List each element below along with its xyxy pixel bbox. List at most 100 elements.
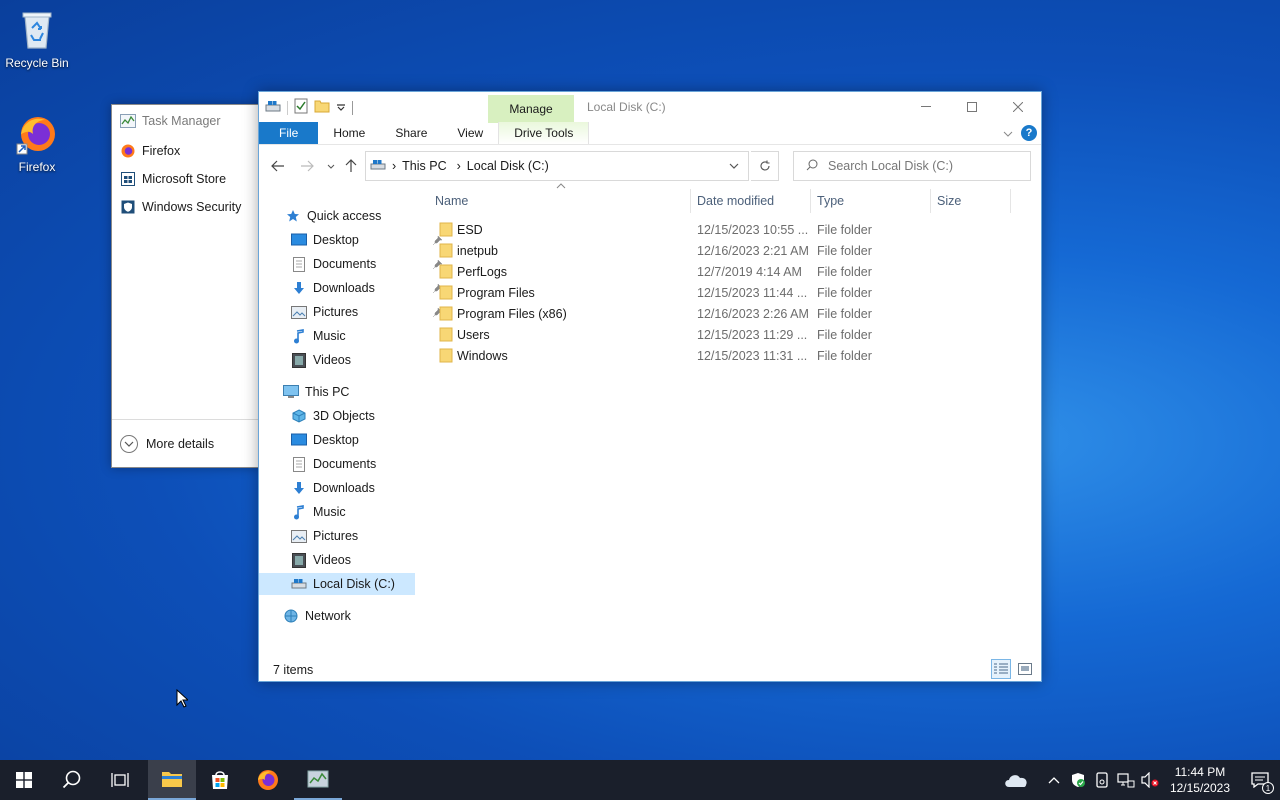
task-manager-app-windows-security[interactable]: Windows Security xyxy=(112,193,260,221)
close-button[interactable] xyxy=(995,92,1041,122)
column-header-size[interactable]: Size xyxy=(937,187,997,215)
column-divider[interactable] xyxy=(810,189,811,213)
forward-button[interactable] xyxy=(297,156,317,176)
desktop-icon xyxy=(291,232,307,248)
file-name: Program Files (x86) xyxy=(457,306,567,321)
nav-pc-local-disk[interactable]: Local Disk (C:) xyxy=(291,573,395,595)
search-button[interactable] xyxy=(48,760,96,800)
task-manager-app-firefox[interactable]: Firefox xyxy=(112,137,260,165)
recent-locations-button[interactable] xyxy=(321,156,341,176)
desktop-icon-label: Recycle Bin xyxy=(5,56,69,70)
address-row: › This PC › Local Disk (C:) xyxy=(259,150,1041,182)
column-header-name[interactable]: Name xyxy=(435,187,685,215)
address-bar[interactable]: › This PC › Local Disk (C:) xyxy=(365,151,749,181)
nav-this-pc[interactable]: This PC xyxy=(283,381,349,403)
device-icon[interactable] xyxy=(1090,760,1114,800)
address-dropdown-icon[interactable] xyxy=(720,152,748,180)
security-shield-icon[interactable] xyxy=(1066,760,1090,800)
onedrive-icon[interactable] xyxy=(996,760,1036,800)
more-details-button[interactable]: More details xyxy=(112,419,260,467)
nav-pc-music[interactable]: Music xyxy=(291,501,346,523)
explorer-title-bar[interactable]: Manage Local Disk (C:) xyxy=(259,92,1041,123)
properties-icon[interactable] xyxy=(294,98,308,117)
refresh-button[interactable] xyxy=(751,151,779,181)
task-view-button[interactable] xyxy=(96,760,144,800)
file-row[interactable]: Users 12/15/2023 11:29 ... File folder xyxy=(425,324,1025,345)
search-box[interactable] xyxy=(793,151,1031,181)
nav-quick-pictures[interactable]: Pictures xyxy=(291,301,443,323)
nav-quick-access[interactable]: Quick access xyxy=(285,205,381,227)
folder-icon xyxy=(439,222,453,240)
file-row[interactable]: inetpub 12/16/2023 2:21 AM File folder xyxy=(425,240,1025,261)
maximize-button[interactable] xyxy=(949,92,995,122)
ribbon-tabs: File Home Share View Drive Tools ? xyxy=(259,122,1041,145)
tab-home[interactable]: Home xyxy=(318,122,380,144)
tab-manage[interactable]: Manage xyxy=(488,95,574,123)
minimize-button[interactable] xyxy=(903,92,949,122)
notification-center-button[interactable]: 1 xyxy=(1240,760,1280,800)
tab-drive-tools[interactable]: Drive Tools xyxy=(498,122,590,144)
nav-pc-videos[interactable]: Videos xyxy=(291,549,351,571)
details-view-icon[interactable] xyxy=(991,659,1011,679)
file-name: PerfLogs xyxy=(457,264,508,279)
drive-icon[interactable] xyxy=(265,99,281,116)
volume-muted-icon[interactable] xyxy=(1138,760,1162,800)
toolbar-divider xyxy=(287,100,288,115)
large-icons-view-icon[interactable] xyxy=(1015,659,1035,679)
star-icon xyxy=(285,208,301,224)
nav-pc-downloads[interactable]: Downloads xyxy=(291,477,375,499)
title-divider xyxy=(352,100,353,115)
column-header-type[interactable]: Type xyxy=(817,187,917,215)
breadcrumb-local-disk[interactable]: Local Disk (C:) xyxy=(467,159,549,173)
desktop-icon-firefox[interactable]: Firefox xyxy=(0,112,74,174)
taskbar-firefox[interactable] xyxy=(244,760,292,800)
file-row[interactable]: ESD 12/15/2023 10:55 ... File folder xyxy=(425,219,1025,240)
tab-view[interactable]: View xyxy=(442,122,498,144)
recycle-bin-icon xyxy=(15,8,59,52)
taskbar-file-explorer[interactable] xyxy=(148,760,196,800)
expand-ribbon-icon[interactable] xyxy=(1003,126,1013,140)
up-button[interactable] xyxy=(341,156,361,176)
file-row[interactable]: Program Files 12/15/2023 11:44 ... File … xyxy=(425,282,1025,303)
nav-label: Music xyxy=(313,329,346,343)
column-divider[interactable] xyxy=(930,189,931,213)
taskbar: 11:44 PM 12/15/2023 1 xyxy=(0,760,1280,800)
task-manager-window: Task Manager Firefox Microsoft Store Win… xyxy=(111,104,261,468)
nav-quick-music[interactable]: Music xyxy=(291,325,346,347)
mouse-cursor-icon xyxy=(176,688,190,711)
network-status-icon[interactable] xyxy=(1114,760,1138,800)
file-row[interactable]: Program Files (x86) 12/16/2023 2:26 AM F… xyxy=(425,303,1025,324)
back-button[interactable] xyxy=(268,156,288,176)
new-folder-icon[interactable] xyxy=(314,99,330,116)
nav-quick-desktop[interactable]: Desktop xyxy=(291,229,443,251)
start-button[interactable] xyxy=(0,760,48,800)
nav-label: Desktop xyxy=(313,233,359,247)
nav-pc-3d-objects[interactable]: 3D Objects xyxy=(291,405,375,427)
column-header-date[interactable]: Date modified xyxy=(697,187,807,215)
help-icon[interactable]: ? xyxy=(1021,125,1037,141)
nav-quick-downloads[interactable]: Downloads xyxy=(291,277,443,299)
nav-quick-videos[interactable]: Videos xyxy=(291,349,351,371)
nav-quick-documents[interactable]: Documents xyxy=(291,253,443,275)
status-bar-item-count: 7 items xyxy=(273,663,314,677)
breadcrumb-this-pc[interactable]: This PC xyxy=(402,159,446,173)
chevron-up-icon[interactable] xyxy=(1042,760,1066,800)
nav-network[interactable]: Network xyxy=(283,605,351,627)
nav-pc-documents[interactable]: Documents xyxy=(291,453,376,475)
column-divider[interactable] xyxy=(1010,189,1011,213)
tab-share[interactable]: Share xyxy=(380,122,442,144)
taskbar-microsoft-store[interactable] xyxy=(196,760,244,800)
taskbar-task-manager[interactable] xyxy=(294,760,342,800)
desktop-icon-recycle-bin[interactable]: Recycle Bin xyxy=(0,8,74,70)
tab-file[interactable]: File xyxy=(259,122,319,144)
customize-toolbar-icon[interactable] xyxy=(336,101,346,115)
file-row[interactable]: PerfLogs 12/7/2019 4:14 AM File folder xyxy=(425,261,1025,282)
search-input[interactable] xyxy=(828,159,1008,173)
file-row[interactable]: Windows 12/15/2023 11:31 ... File folder xyxy=(425,345,1025,366)
task-manager-app-microsoft-store[interactable]: Microsoft Store xyxy=(112,165,260,193)
nav-pc-pictures[interactable]: Pictures xyxy=(291,525,358,547)
clock[interactable]: 11:44 PM 12/15/2023 xyxy=(1170,764,1230,796)
column-divider[interactable] xyxy=(690,189,691,213)
task-manager-title-bar[interactable]: Task Manager xyxy=(112,105,260,137)
nav-pc-desktop[interactable]: Desktop xyxy=(291,429,359,451)
